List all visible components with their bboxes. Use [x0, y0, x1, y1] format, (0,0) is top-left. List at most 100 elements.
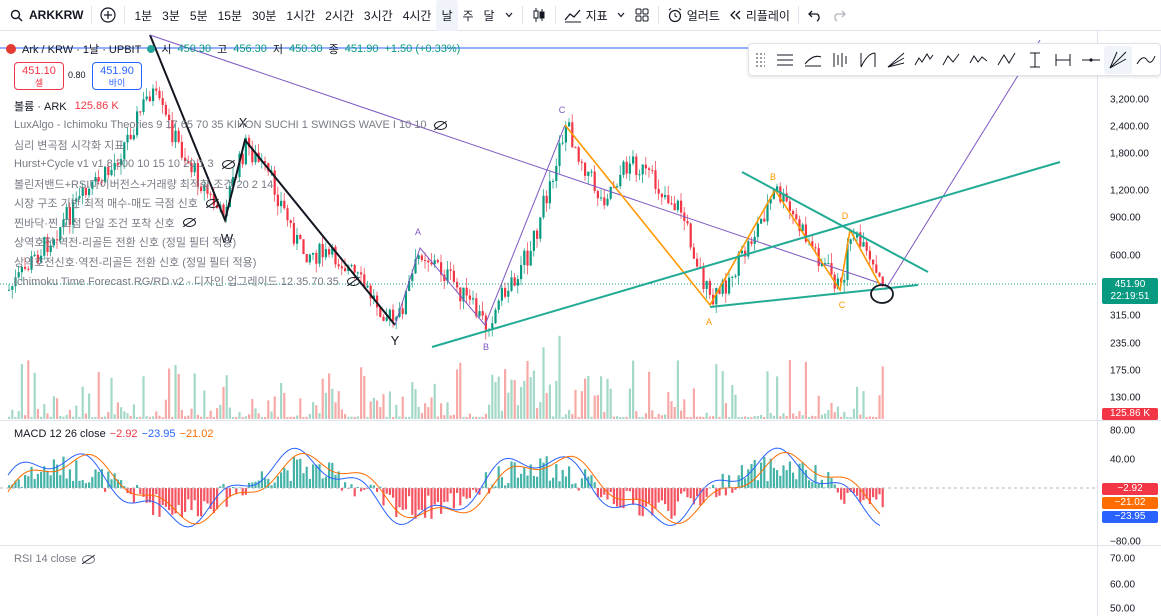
price-scale[interactable]	[1097, 31, 1161, 616]
horizontal-range-tool[interactable]	[1049, 46, 1077, 74]
indicator-row[interactable]: 시장 구조 기반 최적 매수-매도 극점 신호	[14, 194, 447, 214]
indicator-row[interactable]: 상역호전신호·역전-리골든 전환 신호 (정밀 필터 적용)	[14, 252, 447, 272]
fan-tool[interactable]	[882, 46, 910, 74]
candle-body	[862, 242, 865, 247]
redo-button[interactable]	[827, 0, 851, 31]
eye-hidden-icon[interactable]	[434, 120, 448, 130]
volume-bar	[766, 371, 769, 419]
volume-bar	[350, 416, 353, 419]
tf-month[interactable]: 달	[479, 0, 500, 31]
tf-day[interactable]: 날	[436, 0, 458, 31]
elliott-correction-tool[interactable]	[938, 46, 966, 74]
indicator-row[interactable]: 볼린저밴드+RSI다이버전스+거래량 최적화 조건 20 2 14	[14, 174, 447, 194]
tf-4h[interactable]: 4시간	[398, 0, 437, 31]
macd-legend[interactable]: MACD 12 26 close −2.92 −23.95 −21.02	[14, 428, 213, 440]
buy-button[interactable]: 451.90 바이	[92, 62, 142, 90]
compare-add-button[interactable]	[96, 0, 120, 31]
regression-tool[interactable]	[799, 46, 827, 74]
volume-bar	[731, 384, 734, 419]
macd-hist-bar	[158, 488, 161, 517]
macd-hist-bar	[88, 482, 91, 488]
undo-button[interactable]	[803, 0, 827, 31]
macd-hist-bar	[673, 488, 676, 516]
volume-bar	[363, 375, 366, 419]
drag-handle-icon[interactable]	[755, 51, 765, 68]
volume-bar	[724, 403, 727, 419]
volume-bar	[168, 368, 171, 419]
macd-hist-bar	[776, 470, 779, 488]
eye-hidden-icon[interactable]	[346, 276, 360, 286]
volume-bar	[481, 416, 484, 419]
volume-bar	[132, 404, 135, 419]
volume-bar	[344, 414, 347, 419]
indicator-row[interactable]: 찐바닥·찐 고점 단일 조건 포착 신호	[14, 213, 447, 233]
elliott-double-tool[interactable]	[993, 46, 1021, 74]
volume-bar	[116, 402, 119, 419]
indicator-row[interactable]: Ichimoku Time Forecast RG/RD v2 - 디자인 업그…	[14, 272, 447, 292]
tf-5m[interactable]: 5분	[185, 0, 213, 31]
parallel-channel-tool[interactable]	[771, 46, 799, 74]
volume-bar	[321, 378, 324, 419]
rsi-legend[interactable]: RSI 14 close	[14, 553, 96, 565]
eye-hidden-icon[interactable]	[182, 218, 196, 228]
alert-button[interactable]: 얼러트	[663, 0, 724, 31]
pane-separator[interactable]	[0, 420, 1161, 421]
indicator-volume[interactable]: 볼륨 · ARK 125.86 K	[14, 96, 447, 116]
curve-tool[interactable]	[1132, 46, 1160, 74]
fork-tool[interactable]	[854, 46, 882, 74]
candle-body	[635, 156, 638, 176]
indicator-row[interactable]: Hurst+Cycle v1 v1.8 300 10 15 10 20 1 3	[14, 155, 447, 175]
pane-separator[interactable]	[0, 545, 1161, 546]
horizontal-line-tool[interactable]	[1077, 46, 1105, 74]
tf-15m[interactable]: 15분	[213, 0, 247, 31]
macd-hist-bar	[190, 488, 193, 511]
volume-bar	[484, 413, 487, 419]
volume-bar	[670, 401, 673, 419]
tf-dropdown-button[interactable]	[500, 0, 518, 31]
eye-hidden-icon[interactable]	[221, 159, 235, 169]
elliott-impulse-tool[interactable]	[910, 46, 938, 74]
volume-bar	[504, 369, 507, 419]
volume-bar	[446, 402, 449, 419]
vertical-range-tool[interactable]	[1021, 46, 1049, 74]
volume-bar	[561, 416, 564, 419]
tf-week[interactable]: 주	[458, 0, 479, 31]
eye-hidden-icon[interactable]	[82, 554, 96, 564]
macd-hist-bar	[411, 488, 414, 515]
tf-2h[interactable]: 2시간	[320, 0, 359, 31]
replay-button[interactable]: 리플레이	[724, 0, 794, 31]
indicators-button[interactable]: 지표	[560, 0, 612, 31]
tf-1m[interactable]: 1분	[129, 0, 157, 31]
volume-bar	[804, 361, 807, 419]
price-scale-tick: 900.00	[1110, 212, 1141, 224]
candle-body	[596, 190, 599, 199]
tf-1h[interactable]: 1시간	[281, 0, 320, 31]
candle-body	[526, 250, 529, 266]
layouts-button[interactable]	[630, 0, 654, 31]
symbol-search[interactable]: ARKKRW	[0, 0, 87, 31]
macd-hist-bar	[811, 482, 814, 488]
eye-hidden-icon[interactable]	[205, 198, 219, 208]
elliott-triangle-tool[interactable]	[966, 46, 994, 74]
tf-30m[interactable]: 30분	[247, 0, 281, 31]
volume-bar	[660, 415, 663, 419]
tf-3h[interactable]: 3시간	[359, 0, 398, 31]
chart-type-button[interactable]	[527, 0, 551, 31]
macd-hist-bar	[609, 488, 612, 493]
indicator-row[interactable]: 심리 변곡점 시각화 지표	[14, 135, 447, 155]
macd-hist-bar	[648, 488, 651, 504]
macd-hist-bar	[267, 478, 270, 488]
gann-fan-tool[interactable]	[1104, 45, 1133, 74]
pitchfork-tool[interactable]	[827, 46, 855, 74]
indicators-dropdown[interactable]	[612, 0, 630, 31]
ohlc-open-label: 시	[161, 44, 172, 56]
tf-3m[interactable]: 3분	[157, 0, 185, 31]
replay-label: 리플레이	[745, 8, 790, 23]
sell-button[interactable]: 451.10 셀	[14, 62, 64, 90]
candle-body	[478, 311, 481, 317]
indicator-row[interactable]: 상역호전·역전-리골든 전환 신호 (정밀 필터 적용)	[14, 233, 447, 253]
indicator-row[interactable]: LuxAlgo - Ichimoku Theories 9 17 65 70 3…	[14, 116, 448, 136]
macd-hist-bar	[827, 472, 830, 488]
volume-bar	[388, 391, 391, 419]
macd-hist-bar	[593, 482, 596, 488]
